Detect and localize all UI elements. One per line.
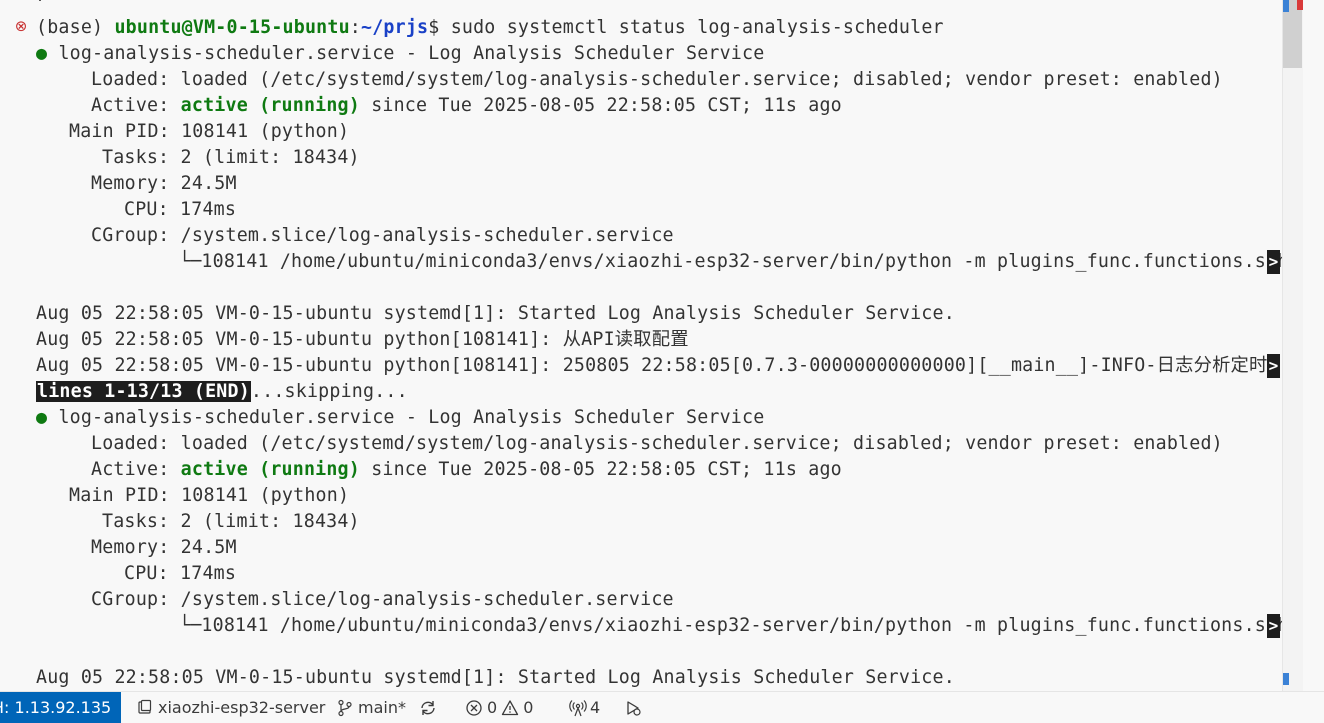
scrollbar-marker: [1283, 0, 1289, 12]
prompt-colon: :: [349, 17, 362, 38]
line-overflow-icon: >: [1267, 250, 1280, 274]
user-host: ubuntu@VM-0-15-ubuntu: [114, 17, 350, 38]
problems-item[interactable]: 0 0: [465, 692, 533, 723]
conda-env: (base): [36, 17, 115, 38]
debug-run-icon: [624, 699, 642, 717]
log-line: Aug 05 22:58:05 VM-0-15-ubuntu python[10…: [36, 355, 1268, 376]
warning-icon: [501, 699, 519, 717]
prompt-dollar: $: [428, 17, 451, 38]
line-overflow-icon: >: [1267, 614, 1280, 638]
line-overflow-icon: >: [1267, 354, 1280, 378]
loaded-line: Loaded: loaded (/etc/systemd/system/log-…: [91, 433, 1223, 454]
tasks-line: Tasks: 2 (limit: 18434): [102, 511, 360, 532]
log-line: Aug 05 22:58:05 VM-0-15-ubuntu python[10…: [36, 329, 689, 350]
terminal-panel[interactable]: r ⊗ (base) ubuntu@VM-0-15-ubuntu:~/prjs$…: [0, 0, 1282, 691]
cgroup-line: CGroup: /system.slice/log-analysis-sched…: [91, 589, 674, 610]
scrolled-text-fragment: r: [36, 0, 47, 6]
folder-label: xiaozhi-esp32-server: [158, 698, 326, 717]
loaded-line: Loaded: loaded (/etc/systemd/system/log-…: [91, 69, 1223, 90]
broadcast-icon: [568, 699, 587, 717]
main-pid-line: Main PID: 108141 (python): [69, 121, 350, 142]
branch-label: main*: [358, 698, 406, 717]
active-line: Active: active (running) since Tue 2025-…: [91, 459, 842, 480]
scrollbar-marker: [1283, 673, 1289, 685]
terminal-scrollbar[interactable]: [1282, 0, 1303, 691]
debug-launch-button[interactable]: [624, 692, 642, 723]
git-branch-icon: [336, 699, 354, 717]
sync-icon: [418, 699, 436, 717]
memory-line: Memory: 24.5M: [91, 537, 237, 558]
main-pid-line: Main PID: 108141 (python): [69, 485, 350, 506]
log-line: Aug 05 22:58:05 VM-0-15-ubuntu systemd[1…: [36, 667, 955, 688]
log-line: Aug 05 22:58:05 VM-0-15-ubuntu systemd[1…: [36, 303, 955, 324]
prompt-line: (base) ubuntu@VM-0-15-ubuntu:~/prjs$ sud…: [36, 15, 944, 41]
command-error-decoration-icon[interactable]: ⊗: [14, 19, 28, 34]
skipping-text: ...skipping...: [250, 381, 408, 402]
service-header: ● log-analysis-scheduler.service - Log A…: [36, 43, 765, 64]
ports-count: 4: [590, 698, 601, 717]
cpu-line: CPU: 174ms: [124, 199, 237, 220]
right-gutter: [1303, 0, 1324, 691]
service-header: ● log-analysis-scheduler.service - Log A…: [36, 407, 765, 428]
status-bar: H: 1.13.92.135 xiaozhi-esp32-server main…: [0, 691, 1324, 723]
status-bullet-icon: ●: [36, 407, 48, 428]
pager-line: lines 1-13/13 (END)...skipping...: [36, 379, 408, 405]
warning-count: 0: [523, 698, 534, 717]
working-directory: ~/prjs: [361, 17, 429, 38]
active-line: Active: active (running) since Tue 2025-…: [91, 95, 842, 116]
command-text: sudo systemctl status log-analysis-sched…: [450, 17, 944, 38]
active-state: active (running): [180, 95, 360, 116]
process-line: └─108141 /home/ubuntu/miniconda3/envs/xi…: [179, 615, 1282, 636]
folder-icon: [136, 699, 154, 717]
remote-indicator[interactable]: H: 1.13.92.135: [0, 692, 121, 723]
pager-status: lines 1-13/13 (END): [36, 381, 251, 402]
status-bullet-icon: ●: [36, 43, 48, 64]
folder-item[interactable]: xiaozhi-esp32-server: [136, 692, 325, 723]
tasks-line: Tasks: 2 (limit: 18434): [102, 147, 360, 168]
cpu-line: CPU: 174ms: [124, 563, 237, 584]
ports-item[interactable]: 4: [568, 692, 600, 723]
cgroup-line: CGroup: /system.slice/log-analysis-sched…: [91, 225, 674, 246]
remote-label: H: 1.13.92.135: [0, 698, 112, 717]
active-state: active (running): [180, 459, 360, 480]
memory-line: Memory: 24.5M: [91, 173, 237, 194]
error-count: 0: [487, 698, 498, 717]
process-line: └─108141 /home/ubuntu/miniconda3/envs/xi…: [179, 251, 1282, 272]
error-icon: [465, 699, 483, 717]
branch-item[interactable]: main*: [336, 692, 406, 723]
sync-button[interactable]: [418, 692, 436, 723]
